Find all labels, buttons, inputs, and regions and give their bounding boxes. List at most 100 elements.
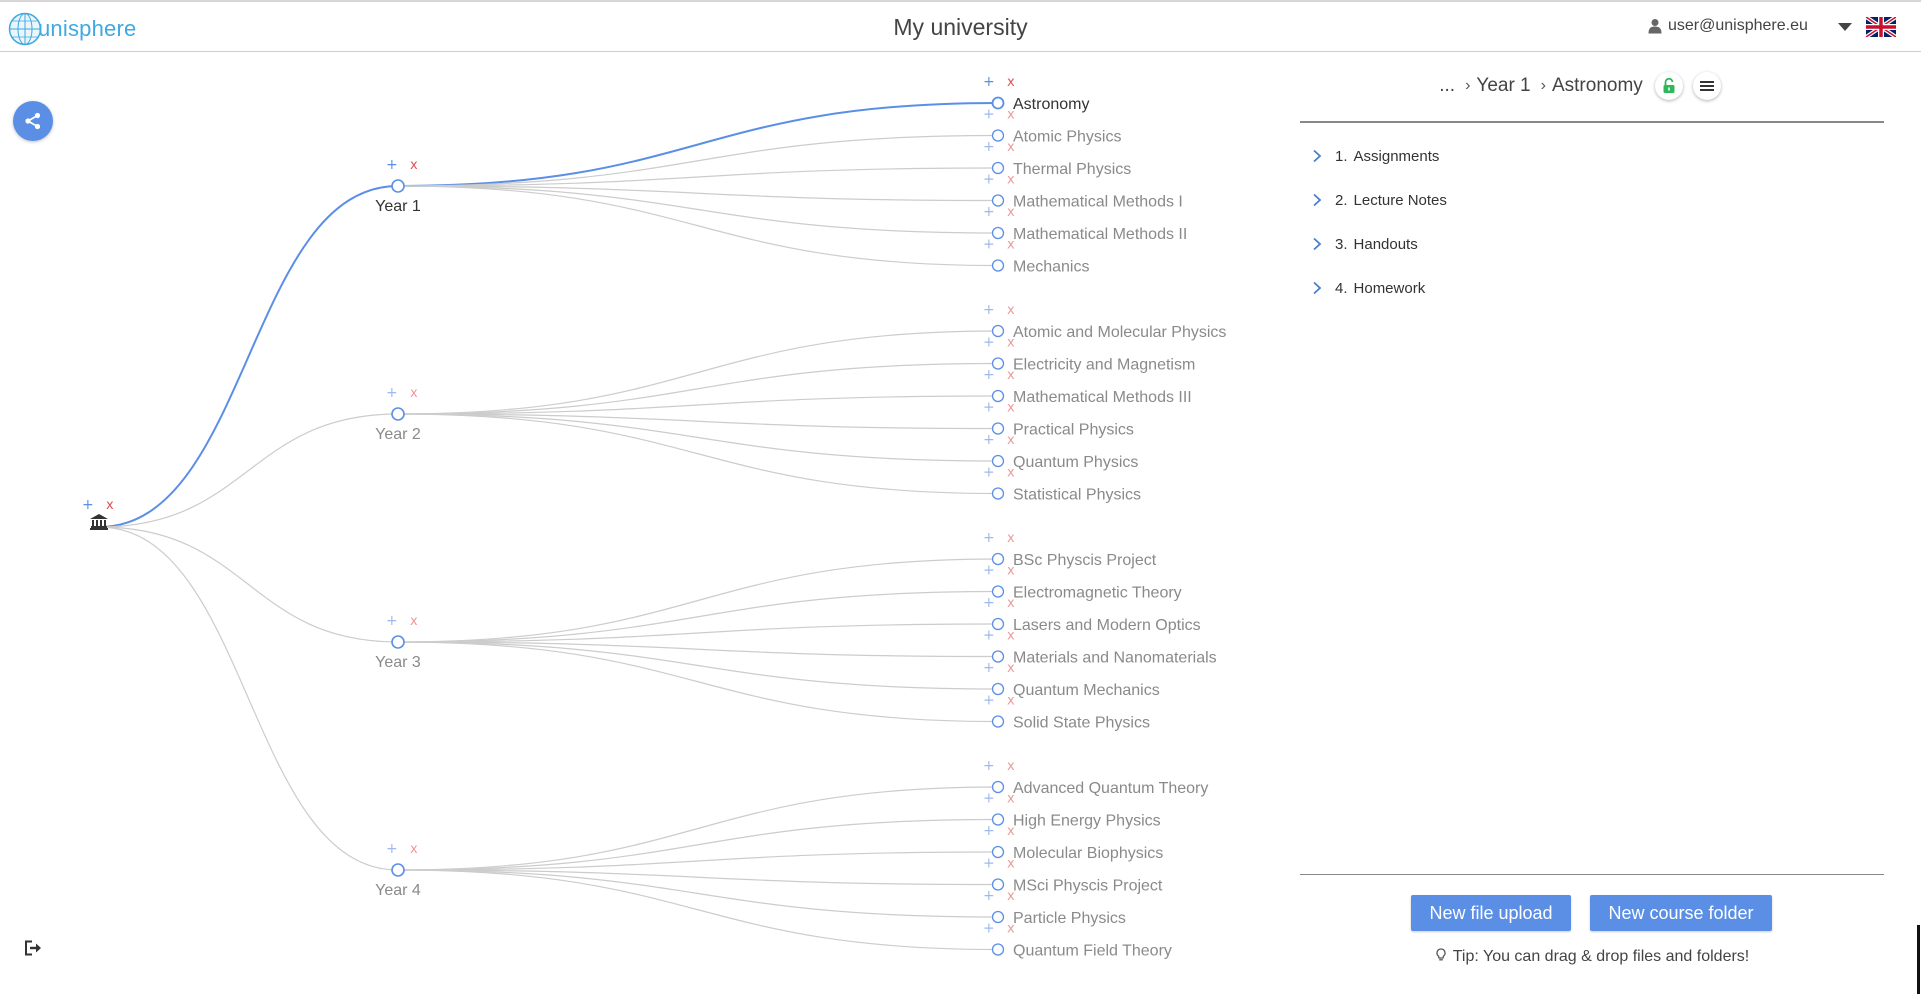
year-add-button[interactable]: + — [386, 841, 398, 857]
course-remove-button[interactable]: x — [1007, 238, 1015, 253]
course-label[interactable]: Advanced Quantum Theory — [1013, 780, 1208, 797]
course-label[interactable]: Atomic and Molecular Physics — [1013, 324, 1226, 341]
course-remove-button[interactable]: x — [1007, 531, 1015, 546]
course-node[interactable]: Mathematical Methods III — [991, 389, 1192, 406]
year-node-circle[interactable] — [391, 407, 405, 421]
year-add-button[interactable]: + — [386, 385, 398, 401]
year-remove-button[interactable]: x — [410, 386, 418, 401]
breadcrumb-year[interactable]: Year 1 — [1476, 75, 1530, 97]
course-remove-button[interactable]: x — [1007, 824, 1015, 839]
uk-flag-icon[interactable] — [1866, 17, 1896, 37]
course-label[interactable]: Mathematical Methods II — [1013, 226, 1187, 243]
course-add-button[interactable]: + — [983, 660, 995, 676]
course-add-button[interactable]: + — [983, 595, 995, 611]
course-node[interactable]: Materials and Nanomaterials — [991, 650, 1217, 667]
course-add-button[interactable]: + — [983, 856, 995, 872]
course-remove-button[interactable]: x — [1007, 401, 1015, 416]
course-node[interactable]: Atomic and Molecular Physics — [991, 324, 1227, 341]
course-label[interactable]: MSci Physcis Project — [1013, 878, 1163, 895]
course-remove-button[interactable]: x — [1007, 759, 1015, 774]
new-file-upload-button[interactable]: New file upload — [1411, 895, 1571, 931]
course-label[interactable]: Particle Physics — [1013, 910, 1126, 927]
course-remove-button[interactable]: x — [1007, 889, 1015, 904]
course-add-button[interactable]: + — [983, 400, 995, 416]
course-node[interactable]: Mechanics — [991, 259, 1090, 276]
caret-down-icon[interactable] — [1838, 22, 1852, 32]
course-remove-button[interactable]: x — [1007, 433, 1015, 448]
course-label[interactable]: High Energy Physics — [1013, 813, 1161, 830]
course-label[interactable]: Materials and Nanomaterials — [1013, 650, 1217, 667]
course-remove-button[interactable]: x — [1007, 140, 1015, 155]
year-node-circle[interactable] — [391, 863, 405, 877]
course-label[interactable]: Solid State Physics — [1013, 715, 1150, 732]
course-node[interactable]: Quantum Field Theory — [991, 943, 1172, 960]
course-remove-button[interactable]: x — [1007, 108, 1015, 123]
year-node-circle[interactable] — [391, 179, 405, 193]
year-label[interactable]: Year 2 — [375, 426, 421, 443]
course-remove-button[interactable]: x — [1007, 303, 1015, 318]
year-label[interactable]: Year 3 — [375, 654, 421, 671]
user-account[interactable]: user@unisphere.eu — [1648, 17, 1808, 35]
folder-item-handouts[interactable]: 3. Handouts — [1305, 222, 1865, 266]
course-node[interactable]: Electromagnetic Theory — [991, 585, 1182, 602]
root-node[interactable] — [90, 514, 108, 530]
root-add-button[interactable]: + — [82, 497, 94, 513]
course-remove-button[interactable]: x — [1007, 564, 1015, 579]
year-add-button[interactable]: + — [386, 157, 398, 173]
course-add-button[interactable]: + — [983, 693, 995, 709]
folder-item-homework[interactable]: 4. Homework — [1305, 266, 1865, 310]
course-add-button[interactable]: + — [983, 791, 995, 807]
course-remove-button[interactable]: x — [1007, 336, 1015, 351]
course-add-button[interactable]: + — [983, 172, 995, 188]
course-label[interactable]: Quantum Physics — [1013, 454, 1138, 471]
course-label[interactable]: Quantum Field Theory — [1013, 943, 1172, 960]
course-remove-button[interactable]: x — [1007, 466, 1015, 481]
course-add-button[interactable]: + — [983, 530, 995, 546]
course-add-button[interactable]: + — [983, 139, 995, 155]
course-label[interactable]: Statistical Physics — [1013, 487, 1141, 504]
course-add-button[interactable]: + — [983, 204, 995, 220]
year-remove-button[interactable]: x — [410, 158, 418, 173]
course-remove-button[interactable]: x — [1007, 857, 1015, 872]
course-node[interactable]: Statistical Physics — [991, 487, 1142, 504]
course-node[interactable]: Mathematical Methods II — [991, 226, 1188, 243]
course-add-button[interactable]: + — [983, 367, 995, 383]
year-add-button[interactable]: + — [386, 613, 398, 629]
course-label[interactable]: Mathematical Methods I — [1013, 194, 1183, 211]
menu-button[interactable] — [1692, 72, 1721, 100]
course-node-circle[interactable] — [991, 259, 1005, 272]
course-node[interactable]: Electricity and Magnetism — [991, 357, 1196, 374]
course-label[interactable]: Electromagnetic Theory — [1013, 585, 1182, 602]
course-add-button[interactable]: + — [983, 74, 995, 90]
new-course-folder-button[interactable]: New course folder — [1590, 895, 1772, 931]
breadcrumb-ellipsis[interactable]: ... — [1439, 75, 1455, 97]
course-add-button[interactable]: + — [983, 237, 995, 253]
course-label[interactable]: Molecular Biophysics — [1013, 845, 1163, 862]
course-remove-button[interactable]: x — [1007, 661, 1015, 676]
course-node[interactable]: Lasers and Modern Optics — [991, 617, 1201, 634]
course-label[interactable]: BSc Physcis Project — [1013, 552, 1157, 569]
year-remove-button[interactable]: x — [410, 614, 418, 629]
course-node[interactable]: Solid State Physics — [991, 715, 1150, 732]
unlock-button[interactable] — [1654, 72, 1683, 100]
course-label[interactable]: Lasers and Modern Optics — [1013, 617, 1201, 634]
year-label[interactable]: Year 1 — [375, 198, 421, 215]
course-add-button[interactable]: + — [983, 432, 995, 448]
course-add-button[interactable]: + — [983, 302, 995, 318]
course-label[interactable]: Quantum Mechanics — [1013, 682, 1160, 699]
course-remove-button[interactable]: x — [1007, 694, 1015, 709]
folder-item-lecture-notes[interactable]: 2. Lecture Notes — [1305, 178, 1865, 222]
course-remove-button[interactable]: x — [1007, 792, 1015, 807]
course-add-button[interactable]: + — [983, 563, 995, 579]
course-remove-button[interactable]: x — [1007, 629, 1015, 644]
course-remove-button[interactable]: x — [1007, 75, 1015, 90]
course-node[interactable]: MSci Physcis Project — [991, 878, 1163, 895]
course-add-button[interactable]: + — [983, 823, 995, 839]
root-remove-button[interactable]: x — [106, 498, 114, 513]
course-label[interactable]: Atomic Physics — [1013, 129, 1121, 146]
course-node-circle[interactable] — [991, 487, 1005, 500]
year-remove-button[interactable]: x — [410, 842, 418, 857]
course-remove-button[interactable]: x — [1007, 368, 1015, 383]
course-label[interactable]: Electricity and Magnetism — [1013, 357, 1195, 374]
course-add-button[interactable]: + — [983, 107, 995, 123]
